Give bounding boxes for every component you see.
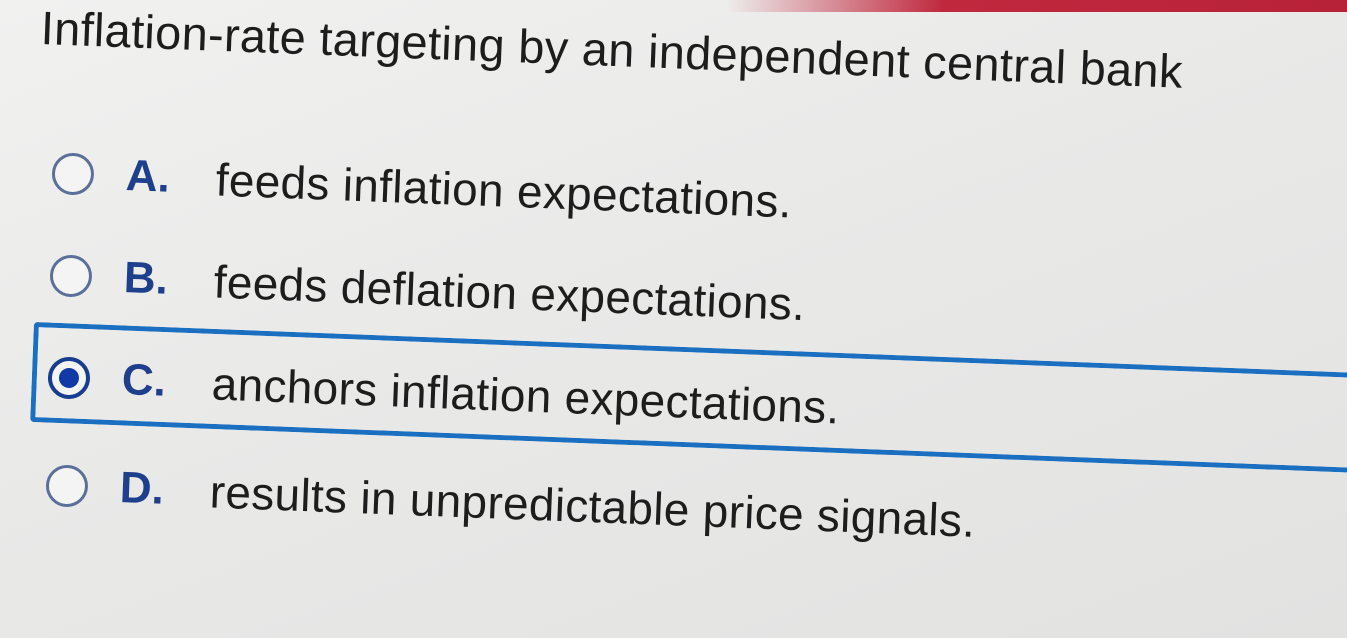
- question-prompt: Inflation-rate targeting by an independe…: [39, 0, 1184, 98]
- radio-button-icon[interactable]: [49, 254, 93, 298]
- top-accent-strip: [727, 0, 1347, 12]
- radio-button-icon[interactable]: [45, 464, 89, 508]
- option-letter: A.: [125, 151, 171, 202]
- option-text: results in unpredictable price signals.: [208, 465, 977, 547]
- option-letter: B.: [123, 253, 169, 304]
- radio-button-selected-icon[interactable]: [47, 356, 91, 400]
- option-text: feeds deflation expectations.: [212, 255, 807, 331]
- radio-button-icon[interactable]: [51, 152, 95, 196]
- option-letter: C.: [121, 355, 167, 406]
- option-letter: D.: [119, 463, 165, 514]
- option-text: feeds inflation expectations.: [214, 153, 793, 228]
- option-text: anchors inflation expectations.: [210, 357, 841, 434]
